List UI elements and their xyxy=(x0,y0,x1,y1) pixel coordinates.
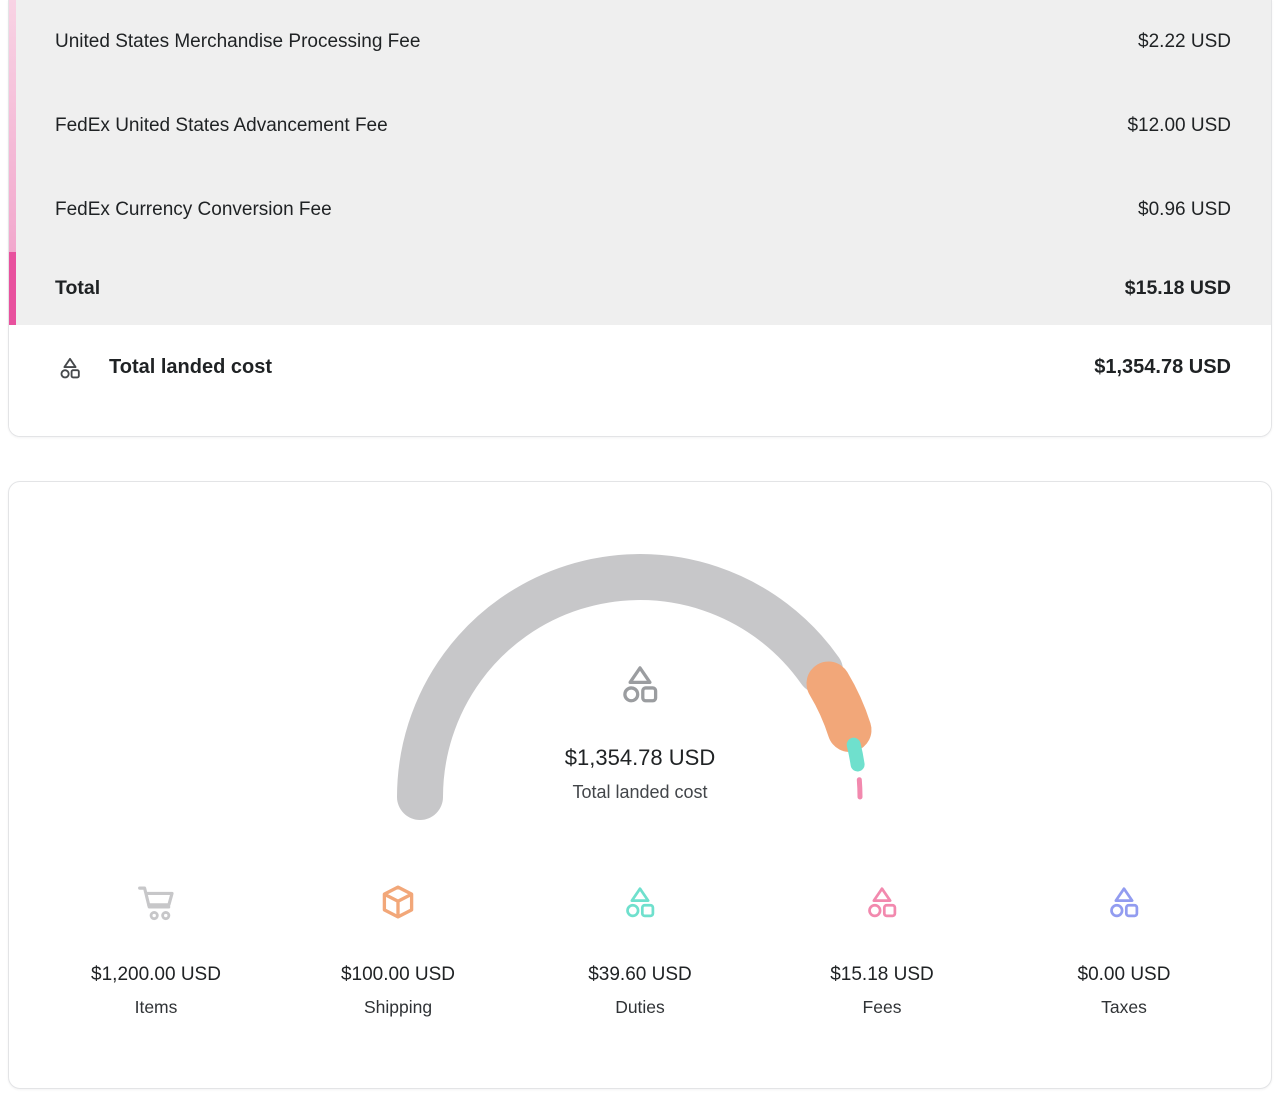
fee-label: United States Merchandise Processing Fee xyxy=(55,31,420,53)
cart-icon xyxy=(136,882,176,922)
fee-row: FedEx Currency Conversion Fee $0.96 USD xyxy=(9,168,1271,252)
fee-amount: $12.00 USD xyxy=(1127,115,1231,137)
shapes-icon xyxy=(57,355,83,381)
landed-cost-graph-card: $1,354.78 USD Total landed cost $1,200.0… xyxy=(8,481,1272,1089)
package-icon xyxy=(379,882,417,922)
legend-item-taxes: $0.00 USD Taxes xyxy=(1003,882,1245,1018)
legend-item-shipping: $100.00 USD Shipping xyxy=(277,882,519,1018)
legend-amount: $100.00 USD xyxy=(341,964,455,986)
legend-amount: $15.18 USD xyxy=(830,964,934,986)
legend-amount: $0.00 USD xyxy=(1078,964,1171,986)
fees-table: United States Merchandise Processing Fee… xyxy=(9,0,1271,325)
accent-bar xyxy=(9,0,16,325)
gauge-wrap: $1,354.78 USD Total landed cost xyxy=(380,531,900,836)
landed-cost-label: Total landed cost xyxy=(109,356,272,379)
fees-total-label: Total xyxy=(55,277,100,300)
total-landed-cost-row: Total landed cost $1,354.78 USD xyxy=(9,325,1271,436)
fees-card: United States Merchandise Processing Fee… xyxy=(8,0,1272,437)
fee-label: FedEx United States Advancement Fee xyxy=(55,115,388,137)
gauge-legend: $1,200.00 USD Items $100.00 USD Shipping… xyxy=(9,882,1271,1018)
accent-bar-light xyxy=(9,0,16,252)
legend-item-fees: $15.18 USD Fees xyxy=(761,882,1003,1018)
shapes-icon xyxy=(863,882,901,922)
fee-row: United States Merchandise Processing Fee… xyxy=(9,0,1271,84)
fees-total-amount: $15.18 USD xyxy=(1125,277,1231,300)
legend-amount: $39.60 USD xyxy=(588,964,692,986)
fee-amount: $0.96 USD xyxy=(1138,199,1231,221)
legend-label: Taxes xyxy=(1101,997,1147,1018)
shapes-icon xyxy=(621,882,659,922)
fees-total-row: Total $15.18 USD xyxy=(9,252,1271,325)
fee-label: FedEx Currency Conversion Fee xyxy=(55,199,332,221)
legend-label: Shipping xyxy=(364,997,432,1018)
legend-item-items: $1,200.00 USD Items xyxy=(35,882,277,1018)
fee-amount: $2.22 USD xyxy=(1138,31,1231,53)
legend-label: Duties xyxy=(615,997,665,1018)
gauge-center: $1,354.78 USD Total landed cost xyxy=(380,661,900,803)
legend-amount: $1,200.00 USD xyxy=(91,964,221,986)
legend-item-duties: $39.60 USD Duties xyxy=(519,882,761,1018)
landed-cost-amount: $1,354.78 USD xyxy=(1094,356,1231,379)
legend-label: Items xyxy=(135,997,178,1018)
gauge-center-label: Total landed cost xyxy=(572,782,707,803)
shapes-icon xyxy=(617,661,663,707)
fee-row: FedEx United States Advancement Fee $12.… xyxy=(9,84,1271,168)
accent-bar-strong xyxy=(9,252,16,325)
shapes-icon xyxy=(1105,882,1143,922)
legend-label: Fees xyxy=(863,997,902,1018)
gauge-center-amount: $1,354.78 USD xyxy=(565,745,715,771)
